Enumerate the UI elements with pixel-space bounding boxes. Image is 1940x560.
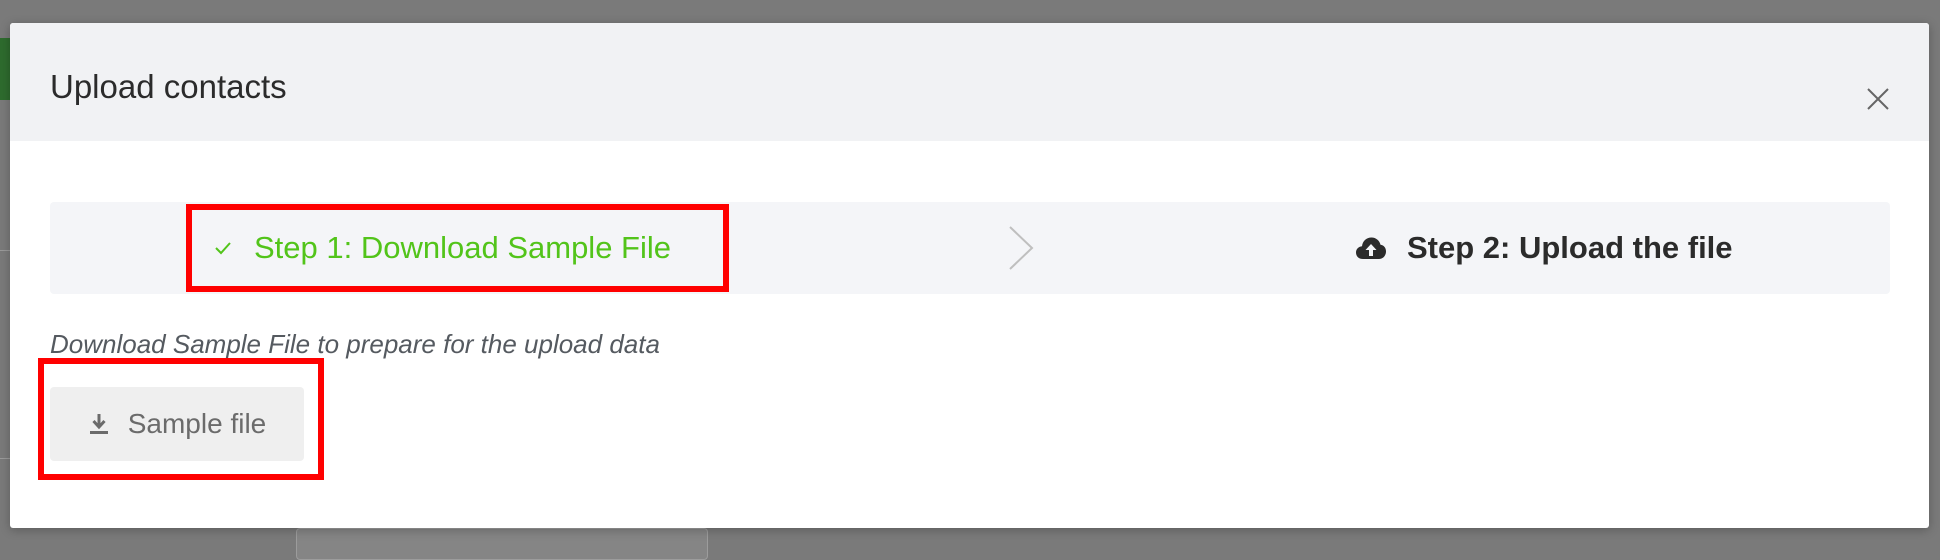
modal-header: Upload contacts	[10, 23, 1929, 141]
background-page-button	[0, 38, 10, 100]
download-icon	[88, 413, 110, 435]
steps-bar: Step 1: Download Sample File Step 2: Upl…	[50, 202, 1890, 294]
sample-file-label: Sample file	[127, 408, 267, 439]
check-icon	[214, 241, 232, 255]
chevron-right-icon	[1006, 225, 1036, 276]
close-icon	[1867, 88, 1889, 110]
upload-contacts-modal: Upload contacts Step 1: Download Sample …	[10, 23, 1929, 528]
upload-description: Download Sample File to prepare for the …	[50, 329, 660, 359]
step-1-label: Step 1: Download Sample File	[254, 230, 672, 265]
step-2[interactable]: Step 2: Upload the file	[1355, 202, 1733, 294]
background-input	[296, 528, 708, 560]
step-1[interactable]: Step 1: Download Sample File	[214, 202, 671, 294]
step-2-label: Step 2: Upload the file	[1407, 230, 1733, 265]
sample-file-button[interactable]: Sample file	[50, 387, 304, 461]
modal-title: Upload contacts	[50, 68, 287, 105]
close-button[interactable]	[1865, 86, 1891, 112]
cloud-upload-icon	[1355, 236, 1387, 260]
